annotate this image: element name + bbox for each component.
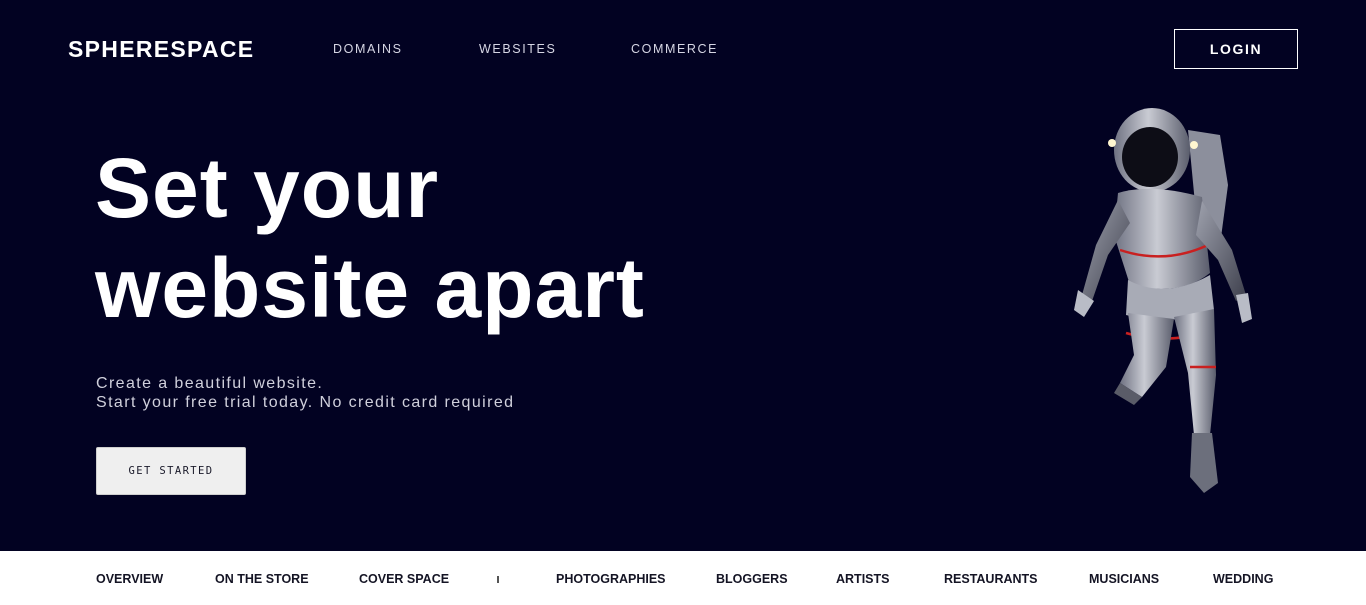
category-photographies[interactable]: PHOTOGRAPHIES xyxy=(556,572,666,586)
category-cover-space[interactable]: COVER SPACE xyxy=(359,572,449,586)
get-started-button[interactable]: GET STARTED xyxy=(96,447,246,495)
login-button[interactable]: LOGIN xyxy=(1174,29,1298,69)
category-separator xyxy=(497,576,499,583)
category-musicians[interactable]: MUSICIANS xyxy=(1089,572,1159,586)
nav-item-commerce[interactable]: COMMERCE xyxy=(631,42,718,56)
category-bloggers[interactable]: BLOGGERS xyxy=(716,572,788,586)
category-artists[interactable]: ARTISTS xyxy=(836,572,889,586)
category-overview[interactable]: OVERVIEW xyxy=(96,572,163,586)
astronaut-image xyxy=(1074,108,1252,493)
hero-section: SPHERESPACE DOMAINS WEBSITES COMMERCE LO… xyxy=(0,0,1366,551)
brand-logo[interactable]: SPHERESPACE xyxy=(68,36,254,63)
subtext-line-2: Start your free trial today. No credit c… xyxy=(96,394,515,411)
headline-line-2: website apart xyxy=(95,241,645,335)
category-on-the-store[interactable]: ON THE STORE xyxy=(215,572,309,586)
hero-subtext: Create a beautiful website. Start your f… xyxy=(96,374,514,412)
hero-headline: Set your website apart xyxy=(95,138,645,338)
headline-line-1: Set your xyxy=(95,141,440,235)
category-restaurants[interactable]: RESTAURANTS xyxy=(944,572,1038,586)
subtext-line-1: Create a beautiful website. xyxy=(96,375,324,392)
category-nav: OVERVIEW ON THE STORE COVER SPACE PHOTOG… xyxy=(0,551,1366,605)
category-wedding[interactable]: WEDDING xyxy=(1213,572,1273,586)
nav-item-domains[interactable]: DOMAINS xyxy=(333,42,403,56)
nav-item-websites[interactable]: WEBSITES xyxy=(479,42,556,56)
